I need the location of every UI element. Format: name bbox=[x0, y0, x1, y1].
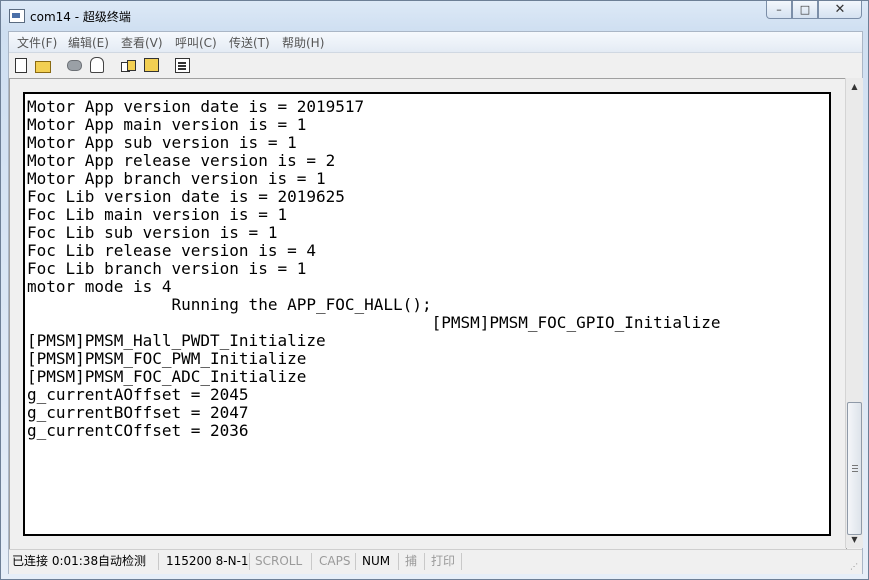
status-capture: 捕 bbox=[405, 554, 418, 568]
status-divider bbox=[398, 553, 399, 570]
status-divider bbox=[424, 553, 425, 570]
close-button[interactable]: ✕ bbox=[818, 1, 862, 19]
menu-file[interactable]: 文件(F) bbox=[17, 34, 57, 51]
send-button[interactable] bbox=[119, 56, 137, 74]
receive-icon bbox=[143, 58, 159, 72]
status-bar: 已连接 0:01:38 自动检测 115200 8-N-1 SCROLL CAP… bbox=[9, 549, 862, 574]
open-folder-icon bbox=[35, 60, 51, 73]
menu-transfer[interactable]: 传送(T) bbox=[229, 34, 270, 51]
scroll-grip-icon bbox=[851, 465, 858, 472]
status-divider bbox=[355, 553, 356, 570]
disconnect-button[interactable] bbox=[88, 56, 106, 74]
scroll-thumb[interactable] bbox=[847, 402, 862, 535]
status-divider bbox=[461, 553, 462, 570]
properties-icon bbox=[174, 57, 190, 73]
window-title: com14 - 超级终端 bbox=[30, 10, 131, 24]
status-connected-time: 已连接 0:01:38 bbox=[12, 554, 99, 568]
disconnect-icon bbox=[90, 57, 104, 73]
menu-call[interactable]: 呼叫(C) bbox=[175, 34, 217, 51]
menu-edit[interactable]: 编辑(E) bbox=[68, 34, 109, 51]
status-divider bbox=[158, 553, 159, 570]
terminal-screen[interactable]: Motor App version date is = 2019517 Moto… bbox=[23, 92, 831, 536]
open-button[interactable] bbox=[34, 56, 52, 74]
menu-help[interactable]: 帮助(H) bbox=[282, 34, 324, 51]
vertical-scrollbar[interactable]: ▲ ▼ bbox=[845, 78, 863, 548]
maximize-button[interactable]: □ bbox=[792, 1, 818, 19]
resize-grip-icon[interactable]: ⋰ bbox=[850, 562, 860, 572]
menu-bar: 文件(F) 编辑(E) 查看(V) 呼叫(C) 传送(T) 帮助(H) bbox=[9, 32, 862, 53]
hyperterminal-app-icon[interactable] bbox=[9, 9, 25, 23]
scroll-up-button[interactable]: ▲ bbox=[846, 78, 863, 95]
client-area: 文件(F) 编辑(E) 查看(V) 呼叫(C) 传送(T) 帮助(H) Moto… bbox=[8, 31, 863, 574]
properties-button[interactable] bbox=[173, 56, 191, 74]
minimize-button[interactable]: – bbox=[766, 1, 792, 19]
terminal-output: Motor App version date is = 2019517 Moto… bbox=[27, 97, 721, 440]
status-port-settings: 115200 8-N-1 bbox=[166, 554, 249, 568]
new-file-icon bbox=[15, 57, 27, 73]
status-num-lock: NUM bbox=[362, 554, 391, 568]
toolbar bbox=[9, 53, 862, 77]
status-divider bbox=[249, 553, 250, 570]
send-icon bbox=[121, 59, 136, 72]
receive-button[interactable] bbox=[142, 56, 160, 74]
new-connection-button[interactable] bbox=[12, 56, 30, 74]
status-print-echo: 打印 bbox=[431, 554, 456, 568]
status-caps-lock: CAPS bbox=[319, 554, 351, 568]
scroll-down-button[interactable]: ▼ bbox=[846, 531, 863, 548]
status-divider bbox=[311, 553, 312, 570]
menu-view[interactable]: 查看(V) bbox=[121, 34, 163, 51]
call-button[interactable] bbox=[65, 56, 83, 74]
title-bar[interactable]: com14 - 超级终端 – □ ✕ bbox=[1, 1, 868, 31]
caption-buttons: – □ ✕ bbox=[766, 1, 862, 21]
hyperterminal-window: com14 - 超级终端 – □ ✕ 文件(F) 编辑(E) 查看(V) 呼叫(… bbox=[0, 0, 869, 580]
status-scroll-lock: SCROLL bbox=[255, 554, 303, 568]
call-phone-icon bbox=[66, 59, 82, 71]
status-auto-detect: 自动检测 bbox=[98, 554, 147, 568]
terminal-frame: Motor App version date is = 2019517 Moto… bbox=[9, 78, 847, 550]
